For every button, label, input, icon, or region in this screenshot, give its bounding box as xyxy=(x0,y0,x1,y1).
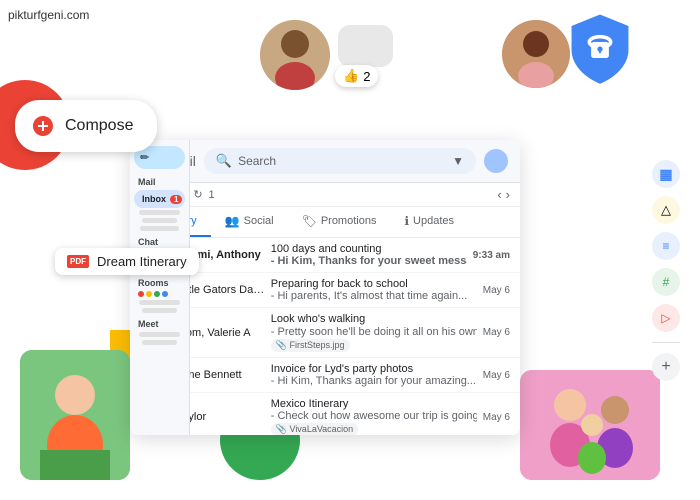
dream-itinerary-label: Dream Itinerary xyxy=(97,254,187,269)
email-time: May 6 xyxy=(483,412,510,423)
avatar-woman xyxy=(502,20,570,88)
search-icon: 🔍 xyxy=(216,153,232,169)
sidebar-inbox-label: Inbox xyxy=(142,194,166,204)
compose-label: Compose xyxy=(65,117,133,135)
gmail-search-bar[interactable]: 🔍 Search ▼ xyxy=(204,148,476,174)
email-subject: Mexico Itinerary xyxy=(271,398,349,410)
chat-bubble xyxy=(338,25,393,67)
compose-plus-icon xyxy=(31,114,55,138)
meet-lines xyxy=(134,332,185,345)
docs-icon[interactable]: ≡ xyxy=(652,232,680,260)
pdf-icon: PDF xyxy=(67,255,89,268)
toolbar-refresh-icon[interactable]: ↻ xyxy=(193,188,202,201)
attachment-chip: 📎 VivaLaVacacion xyxy=(271,423,358,435)
shield-icon xyxy=(560,10,640,95)
avatar-man xyxy=(260,20,330,90)
dream-itinerary-chip[interactable]: PDF Dream Itinerary xyxy=(55,248,199,275)
header-avatar[interactable] xyxy=(484,149,508,173)
email-time: May 6 xyxy=(483,285,510,296)
promotions-tab-label: Promotions xyxy=(321,215,377,227)
toolbar-count: 1 xyxy=(209,189,215,201)
updates-tab-label: Updates xyxy=(413,215,454,227)
rooms-lines xyxy=(134,300,185,313)
sidebar-chat-header: Chat xyxy=(134,237,185,247)
social-tab-label: Social xyxy=(244,215,274,227)
email-subject: Preparing for back to school xyxy=(271,278,408,290)
sidebar-compose-icon: ✏ xyxy=(140,151,149,164)
email-snippet: - Check out how awesome our trip is goin… xyxy=(271,410,477,422)
email-subject: Look who's walking xyxy=(271,313,365,325)
tab-promotions[interactable]: 🏷 Promotions xyxy=(288,207,391,237)
email-content: Preparing for back to school - Hi parent… xyxy=(271,278,477,302)
add-apps-icon[interactable]: + xyxy=(652,353,680,381)
email-content: Mexico Itinerary - Check out how awesome… xyxy=(271,398,477,435)
slides-icon[interactable]: ▷ xyxy=(652,304,680,332)
email-content: Invoice for Lyd's party photos - Hi Kim,… xyxy=(271,363,477,387)
search-placeholder: Search xyxy=(238,154,276,168)
compose-button[interactable]: Compose xyxy=(15,100,157,152)
email-snippet: - Hi parents, It's almost that time agai… xyxy=(271,290,468,302)
calendar-icon[interactable]: ▦ xyxy=(652,160,680,188)
email-snippet: - Hi Kim, Thanks for your sweet message.… xyxy=(271,255,467,267)
prev-page-icon[interactable]: ‹ xyxy=(497,187,501,202)
sidebar-mail-lines xyxy=(134,210,185,231)
thumbs-up-badge: 👍 2 xyxy=(335,65,378,87)
sidebar-mail-header: Mail xyxy=(134,177,185,187)
toolbar-nav: ‹ › xyxy=(497,187,510,202)
attachment-chip: 📎 FirstSteps.jpg xyxy=(271,339,350,352)
next-page-icon[interactable]: › xyxy=(506,187,510,202)
google-apps-panel: ▦ △ ≡ # ▷ + xyxy=(652,160,680,381)
email-time: May 6 xyxy=(483,370,510,381)
sheets-icon[interactable]: # xyxy=(652,268,680,296)
rooms-dots xyxy=(134,291,185,297)
inbox-badge: 1 xyxy=(170,195,182,204)
thumbs-emoji: 👍 xyxy=(343,68,359,84)
email-snippet: - Hi Kim, Thanks again for your amazing.… xyxy=(271,375,476,387)
email-subject: Invoice for Lyd's party photos xyxy=(271,363,413,375)
thumbs-count: 2 xyxy=(363,69,370,84)
watermark-text: pikturfgeni.com xyxy=(8,8,89,22)
email-subject: 100 days and counting xyxy=(271,243,382,255)
email-time: 9:33 am xyxy=(473,250,510,261)
social-tab-icon: 👥 xyxy=(225,214,240,228)
sidebar-rooms-header: Rooms xyxy=(134,278,185,288)
promotions-tab-icon: 🏷 xyxy=(302,214,317,228)
email-content: 100 days and counting - Hi Kim, Thanks f… xyxy=(271,243,467,267)
sidebar-meet-header: Meet xyxy=(134,319,185,329)
email-time: May 6 xyxy=(483,327,510,338)
search-chevron-icon: ▼ xyxy=(452,154,464,168)
email-content: Look who's walking - Pretty soon he'll b… xyxy=(271,313,477,352)
child-photo xyxy=(20,350,130,480)
tab-social[interactable]: 👥 Social xyxy=(211,207,288,237)
tab-updates[interactable]: ℹ Updates xyxy=(390,207,468,237)
email-snippet: - Pretty soon he'll be doing it all on h… xyxy=(271,326,477,338)
drive-icon[interactable]: △ xyxy=(652,196,680,224)
family-photo xyxy=(520,370,660,480)
sidebar-item-inbox[interactable]: Inbox 1 xyxy=(134,190,185,208)
updates-tab-icon: ℹ xyxy=(404,214,409,228)
